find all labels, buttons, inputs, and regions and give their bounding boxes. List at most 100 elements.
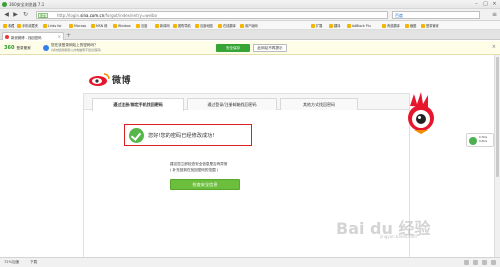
favorite-label: 新闻网	[160, 24, 170, 28]
favorite-item[interactable]: 团购导航	[173, 22, 191, 29]
favorite-label: MSN 网	[96, 24, 108, 28]
weibo-logo-icon	[89, 73, 110, 86]
favorite-item[interactable]: 手机收藏夹	[17, 22, 38, 29]
favorite-item[interactable]: 百度地图	[195, 22, 213, 29]
favorite-icon	[240, 23, 244, 28]
status-icon-4[interactable]	[491, 260, 496, 265]
never-prompt-button[interactable]: 此网站不再提示	[253, 44, 287, 52]
status-icon-2[interactable]	[473, 260, 478, 265]
search-engine-label[interactable]: 百度	[395, 13, 403, 19]
network-speed-widget[interactable]: 0.7K/s 0.0K/s	[466, 133, 494, 147]
status-icon-3[interactable]	[482, 260, 487, 265]
favorite-icon	[405, 23, 409, 28]
favorite-label: 截图	[410, 24, 417, 28]
favorite-icon	[91, 23, 95, 28]
favorite-icon	[421, 23, 425, 28]
address-bar[interactable]: 安全 http://login.sina.com.cn/forgot/index…	[36, 11, 388, 19]
favorite-icon	[195, 23, 199, 28]
favorite-icon	[347, 23, 351, 28]
favorite-label: Window	[118, 23, 131, 28]
password-guard-bar: 360 登录管家 您在该登录网站上的密码吗？ (请勿随用使用公共电脑而不建议保存)…	[0, 41, 500, 55]
favorite-label: Microso	[74, 23, 87, 28]
safe-save-button[interactable]: 安全保存	[216, 44, 250, 52]
favorite-icon	[329, 23, 333, 28]
favorite-item[interactable]: AdBlock Plu	[347, 22, 371, 29]
minimize-button[interactable]: –	[473, 1, 480, 7]
status-icon-1[interactable]	[464, 260, 469, 265]
favorite-label: AdBlock Plu	[352, 23, 371, 28]
favorite-icon	[17, 23, 21, 28]
browser-logo-icon	[2, 2, 7, 7]
favorite-label: 登录管家	[426, 24, 439, 28]
maximize-button[interactable]: □	[482, 1, 489, 7]
favorite-item[interactable]: 在线翻译	[218, 22, 236, 29]
zoom-status[interactable]: 72%加速	[4, 260, 19, 265]
security-hint: 建议您立即检查安全信息是否有异常 ( 补充回到在找回密码的范围 )	[170, 161, 228, 173]
favorites-bar: 收藏 手机收藏夹 Links for Microso MSN 网 Window 百度 新闻网 团…	[0, 21, 500, 30]
favorite-item[interactable]: Microso	[69, 22, 86, 29]
favorite-label: 收藏	[8, 24, 15, 28]
favorite-item[interactable]: 登录管家	[421, 22, 439, 29]
speed-icon	[469, 137, 477, 145]
tab-label: 新浪微博 - 找回密码	[11, 36, 42, 40]
tab-weibo[interactable]: 新浪微博 - 找回密码 ×	[2, 32, 64, 40]
tab-phone-recover[interactable]: 通过注册/绑定手机找回密码	[92, 98, 184, 111]
favorite-item[interactable]: 截图	[405, 22, 416, 29]
favorite-item[interactable]: MSN 网	[91, 22, 107, 29]
weibo-favicon-icon	[5, 35, 9, 39]
page-scrollbar[interactable]	[494, 55, 500, 257]
download-status[interactable]: 下载	[30, 260, 37, 265]
window-controls: – □ ×	[473, 1, 498, 7]
tab-email-recover[interactable]: 通过登录/注册邮箱找回密码	[187, 98, 277, 110]
success-message: 您好!您的密码已经修改成功!	[148, 133, 215, 139]
status-icons	[464, 260, 496, 265]
recover-tabs: 通过注册/绑定手机找回密码 通过登录/注册邮箱找回密码 其他方式找回密码	[84, 94, 409, 111]
tab-other-recover[interactable]: 其他方式找回密码	[280, 98, 358, 110]
favorite-item[interactable]: Links for	[43, 22, 62, 29]
favorite-item[interactable]: 翻译	[329, 22, 340, 29]
favorite-icon	[155, 23, 159, 28]
weibo-mascot-icon	[408, 92, 434, 134]
window-title: 360安全浏览器 7.1	[9, 2, 45, 7]
favorite-icon	[69, 23, 73, 28]
favorite-label: 翻译	[334, 24, 341, 28]
tab-bar: 新浪微博 - 找回密码 × +	[0, 30, 500, 40]
url-text[interactable]: http://login.sina.com.cn/forgot/index/en…	[57, 13, 157, 18]
favorite-label: 用户版网	[245, 24, 258, 28]
menu-icon[interactable]: ≡	[492, 11, 497, 18]
close-window-button[interactable]: ×	[491, 1, 498, 7]
refresh-icon[interactable]: ↻	[22, 11, 29, 18]
favorite-icon	[43, 23, 47, 28]
favorite-item[interactable]: 扩展	[311, 22, 322, 29]
favorite-item[interactable]: 用户版网	[240, 22, 258, 29]
favorite-icon	[113, 23, 117, 28]
favorite-item[interactable]: 新闻网	[155, 22, 170, 29]
search-input[interactable]: 百度	[392, 11, 480, 19]
favorite-label: 在线翻译	[223, 24, 236, 28]
close-tab-icon[interactable]: ×	[58, 34, 61, 39]
new-tab-button[interactable]: +	[66, 32, 71, 39]
check-security-button[interactable]: 检查安全信息	[170, 179, 240, 190]
favorite-item[interactable]: Window	[113, 22, 131, 29]
favorite-icon	[311, 23, 315, 28]
scrollbar-thumb[interactable]	[496, 57, 499, 177]
status-bar: 72%加速 下载	[0, 257, 500, 267]
favorite-icon	[136, 23, 140, 28]
favorite-item[interactable]: 收藏	[3, 22, 14, 29]
favorite-item[interactable]: 有道翻译	[382, 22, 400, 29]
weibo-logo-text: 微博	[112, 76, 132, 86]
favorite-icon	[382, 23, 386, 28]
favorite-icon	[173, 23, 177, 28]
favorite-item[interactable]: 百度	[136, 22, 147, 29]
security-badge: 安全	[38, 13, 49, 18]
favorite-label: Links for	[48, 23, 62, 28]
baidu-watermark-url: jingyan.baidu.com	[380, 234, 417, 239]
close-guard-icon[interactable]: ×	[492, 44, 496, 50]
key-icon	[43, 45, 49, 51]
navigation-bar: ◀ ▶ ↻ 安全 http://login.sina.com.cn/forgot…	[0, 9, 500, 21]
back-arrow-icon[interactable]: ◀	[3, 11, 10, 18]
forward-arrow-icon[interactable]: ▶	[12, 11, 19, 18]
favorite-label: 百度地图	[200, 24, 213, 28]
window-titlebar: 360安全浏览器 7.1 – □ ×	[0, 0, 500, 9]
guard-brand: 360 登录管家	[4, 45, 31, 51]
